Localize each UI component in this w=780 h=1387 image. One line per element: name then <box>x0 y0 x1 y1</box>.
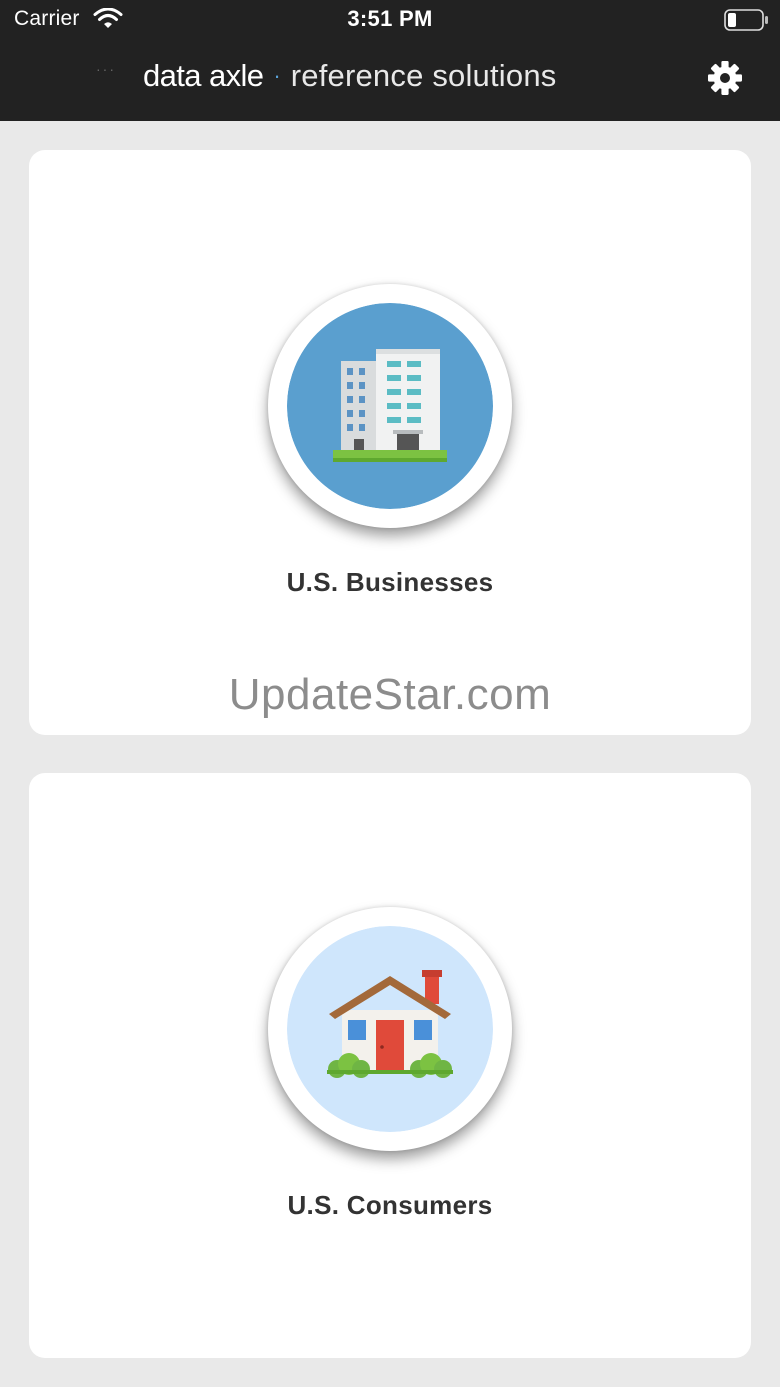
brand-separator: · <box>273 63 281 88</box>
businesses-icon-frame <box>268 284 512 528</box>
brand-logo: data axle · reference solutions <box>143 57 556 98</box>
loading-dots: ··· <box>96 61 116 77</box>
battery-icon <box>724 9 768 31</box>
status-time: 3:51 PM <box>347 6 433 31</box>
brand-name: data axle <box>143 58 264 93</box>
watermark-text: UpdateStar.com <box>228 670 552 719</box>
us-consumers-label: U.S. Consumers <box>287 1190 493 1220</box>
top-bar: Carrier 3:51 PM ··· data axle · reference … <box>0 0 780 121</box>
consumers-icon-frame <box>268 907 512 1151</box>
us-consumers-card[interactable]: U.S. Consumers <box>29 773 751 1358</box>
us-businesses-label: U.S. Businesses <box>286 567 494 597</box>
nav-bar: ··· data axle · reference solutions <box>0 44 780 110</box>
gear-icon[interactable] <box>705 58 745 98</box>
us-businesses-card[interactable]: U.S. Businesses UpdateStar.com <box>29 150 751 735</box>
office-building-icon <box>287 303 493 509</box>
brand-subtitle: reference solutions <box>290 58 557 93</box>
status-bar: Carrier 3:51 PM <box>0 0 780 40</box>
house-icon <box>287 926 493 1132</box>
